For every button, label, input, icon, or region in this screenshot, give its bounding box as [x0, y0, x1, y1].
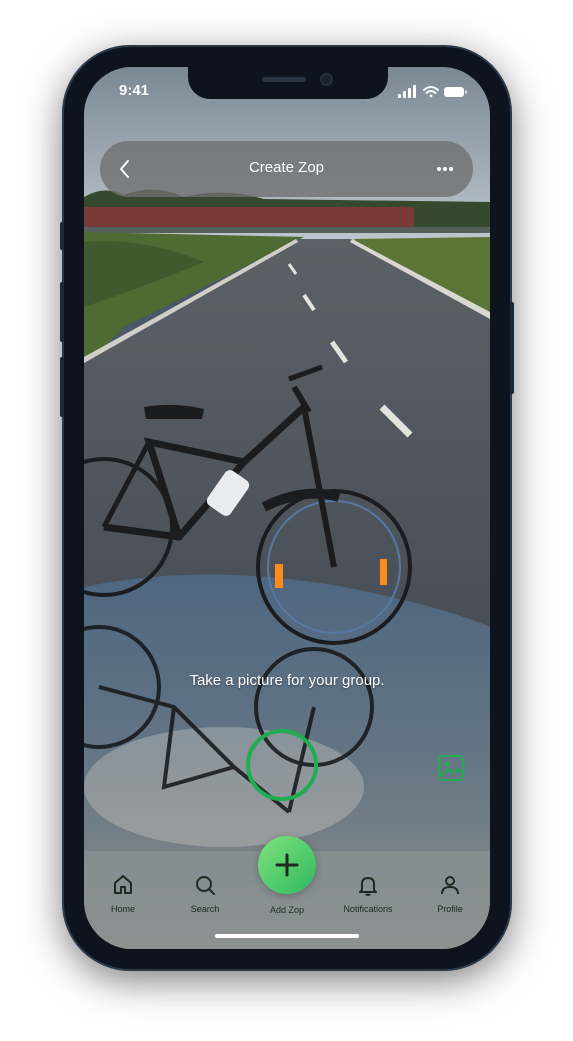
plus-icon: [275, 853, 299, 877]
shutter-button[interactable]: [246, 729, 318, 801]
user-icon: [441, 876, 459, 895]
phone-frame: 9:41 Create Zop Take a picture for your …: [60, 47, 514, 969]
wifi-icon: [423, 86, 439, 98]
tab-search-label: Search: [190, 904, 220, 914]
status-bar: 9:41: [84, 67, 490, 119]
image-icon: [438, 755, 464, 781]
home-indicator: [215, 934, 359, 938]
gallery-button[interactable]: [437, 754, 465, 782]
more-options-button[interactable]: [429, 155, 461, 183]
power-button: [510, 302, 514, 394]
volume-up-button: [60, 282, 64, 342]
screen: 9:41 Create Zop Take a picture for your …: [84, 67, 490, 949]
tab-notifications[interactable]: Notifications: [328, 873, 408, 914]
battery-icon: [444, 87, 467, 97]
top-bar: Create Zop: [100, 141, 473, 197]
tab-home[interactable]: Home: [84, 873, 163, 914]
tab-profile-label: Profile: [437, 904, 463, 914]
signal-icon: [398, 85, 416, 98]
tab-search[interactable]: Search: [165, 873, 245, 914]
tab-notifications-label: Notifications: [343, 904, 393, 914]
notch: [188, 67, 388, 99]
home-icon: [114, 875, 132, 894]
camera-preview: [84, 67, 490, 949]
bell-icon: [359, 877, 377, 896]
tab-home-label: Home: [110, 904, 135, 914]
add-zop-button[interactable]: [258, 836, 316, 894]
more-horizontal-icon: [437, 167, 453, 171]
tab-profile[interactable]: Profile: [410, 873, 490, 914]
camera-hint: Take a picture for your group.: [189, 672, 385, 689]
page-title: Create Zop: [248, 159, 325, 176]
status-icons: [398, 85, 467, 98]
speaker: [262, 77, 306, 82]
front-camera: [320, 73, 333, 86]
tab-add-zop-label: Add Zop: [269, 905, 305, 915]
mute-switch: [60, 222, 64, 250]
status-time: 9:41: [119, 82, 150, 99]
search-icon: [196, 876, 215, 895]
volume-down-button: [60, 357, 64, 417]
